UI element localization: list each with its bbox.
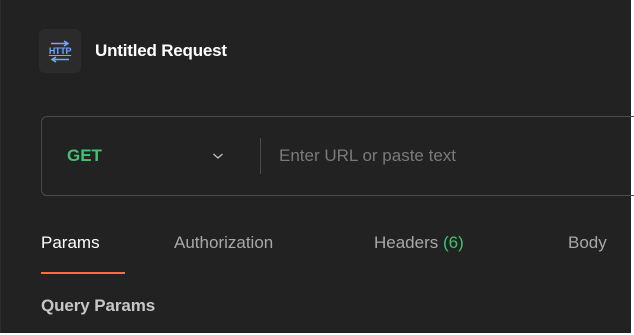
tab-body[interactable]: Body xyxy=(568,226,607,276)
http-icon: HTTP xyxy=(39,29,81,73)
arrow-left-icon xyxy=(50,55,69,63)
url-divider xyxy=(260,138,261,174)
tab-authorization-label: Authorization xyxy=(174,233,274,252)
tab-body-label: Body xyxy=(568,233,607,252)
request-title[interactable]: Untitled Request xyxy=(95,41,227,61)
request-panel: HTTP Untitled Request GET Params xyxy=(0,0,634,333)
request-header: HTTP Untitled Request xyxy=(39,28,227,74)
tab-params[interactable]: Params xyxy=(41,226,125,276)
tab-authorization[interactable]: Authorization xyxy=(174,226,329,276)
headers-count-badge: (6) xyxy=(443,233,464,252)
http-icon-text: HTTP xyxy=(48,45,72,56)
method-select[interactable]: GET xyxy=(42,117,225,195)
url-bar: GET xyxy=(41,116,634,196)
chevron-down-icon xyxy=(211,151,225,161)
method-label: GET xyxy=(67,146,102,165)
request-tabs: Params Authorization Headers (6) Body xyxy=(41,226,607,276)
tab-headers-label: Headers xyxy=(374,233,439,252)
tab-params-label: Params xyxy=(41,233,100,252)
query-params-heading: Query Params xyxy=(41,296,156,315)
url-input[interactable] xyxy=(279,146,609,166)
tab-headers[interactable]: Headers (6) xyxy=(374,226,521,276)
app: HTTP Untitled Request GET Params xyxy=(0,0,634,335)
